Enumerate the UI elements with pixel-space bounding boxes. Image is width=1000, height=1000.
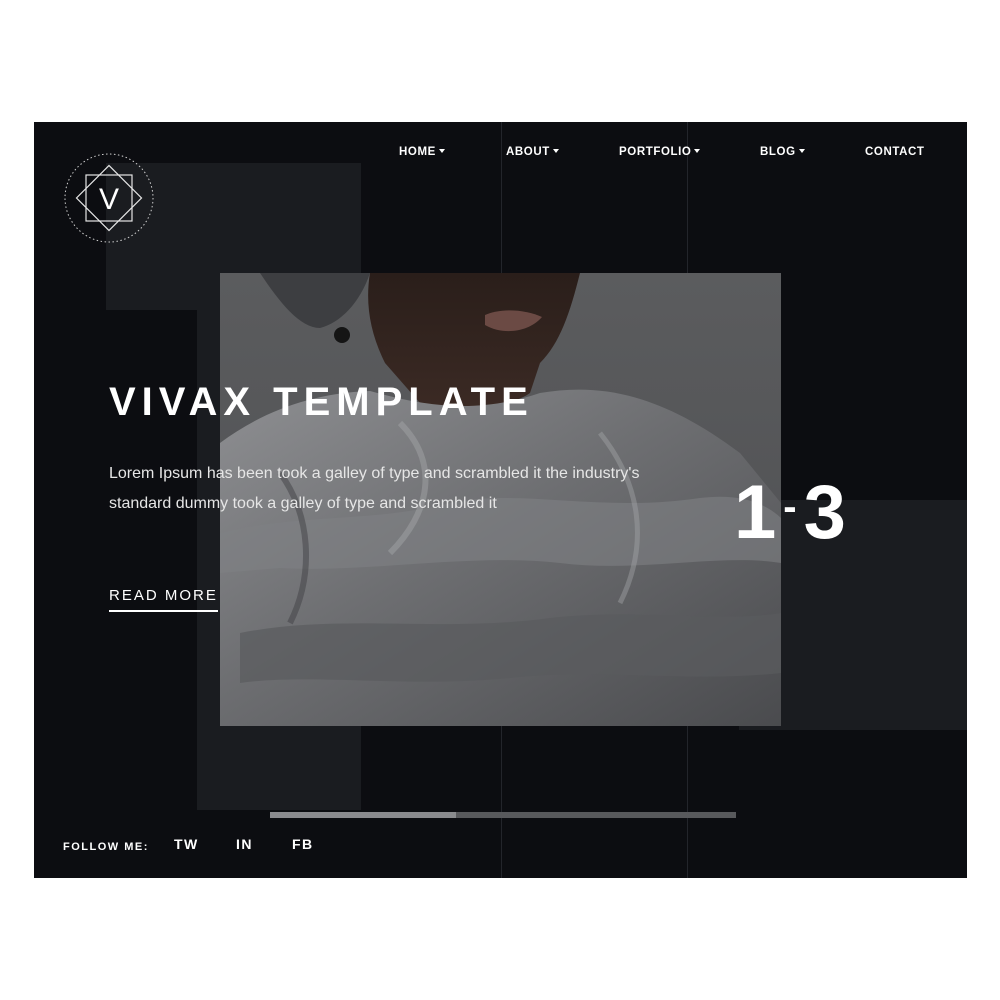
- nav-label: PORTFOLIO: [619, 146, 692, 158]
- slide-total: 3: [803, 470, 847, 555]
- logo[interactable]: V: [63, 152, 155, 244]
- nav-item-about[interactable]: ABOUT: [506, 146, 559, 158]
- slide-separator: -: [783, 485, 798, 529]
- slide-current: 1: [734, 470, 778, 555]
- slider-progress[interactable]: [270, 812, 736, 818]
- nav-label: HOME: [399, 146, 436, 158]
- nav-item-home[interactable]: HOME: [399, 146, 445, 158]
- nav-label: ABOUT: [506, 146, 550, 158]
- svg-text:V: V: [99, 183, 119, 216]
- hero-title: VIVAX TEMPLATE: [109, 380, 534, 424]
- chevron-down-icon: [798, 149, 805, 153]
- social-link-linkedin[interactable]: IN: [236, 836, 253, 852]
- social-link-facebook[interactable]: FB: [292, 836, 314, 852]
- read-more-button[interactable]: READ MORE: [109, 587, 218, 612]
- nav-label: BLOG: [760, 146, 796, 158]
- follow-label: FOLLOW ME:: [63, 841, 149, 853]
- chevron-down-icon: [438, 149, 445, 153]
- slider-progress-fill: [270, 812, 457, 818]
- nav-label: CONTACT: [865, 146, 925, 158]
- social-link-twitter[interactable]: TW: [174, 836, 199, 852]
- nav-item-portfolio[interactable]: PORTFOLIO: [619, 146, 701, 158]
- nav-item-contact[interactable]: CONTACT: [865, 146, 925, 158]
- hero-slider: V HOME ABOUT PORTFOLIO BLOG CONTACT VIVA…: [34, 122, 967, 878]
- nav-item-blog[interactable]: BLOG: [760, 146, 805, 158]
- chevron-down-icon: [552, 149, 559, 153]
- chevron-down-icon: [694, 149, 701, 153]
- slide-counter: 1 -3: [734, 469, 847, 556]
- hero-description: Lorem Ipsum has been took a galley of ty…: [109, 465, 640, 512]
- logo-diamond-icon: V: [64, 153, 154, 243]
